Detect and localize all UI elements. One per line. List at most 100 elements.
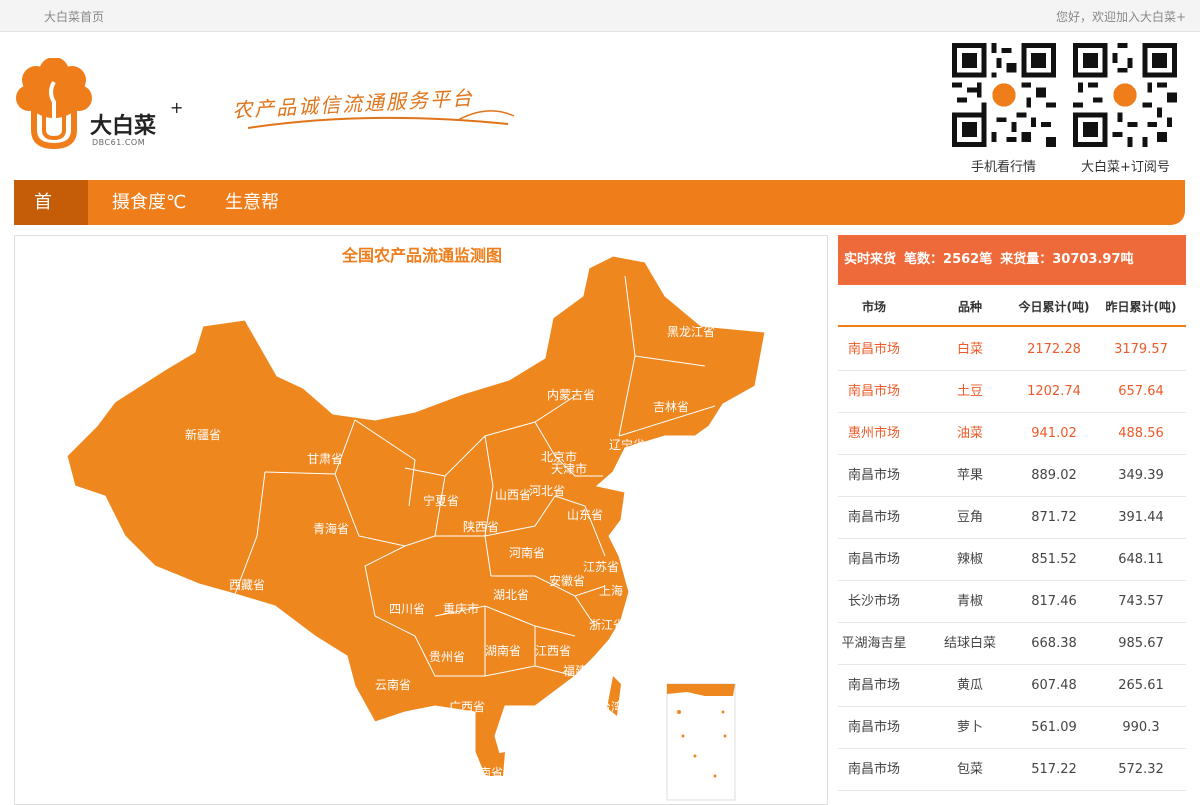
cell-today: 2172.28 [1027,342,1081,357]
province-label[interactable]: 浙江省 [589,616,625,633]
table-row[interactable]: 惠州市场 油菜 941.02 488.56 [838,413,1186,455]
table-row[interactable]: 南昌市场 黄瓜 607.48 265.61 [838,665,1186,707]
cell-market: 南昌市场 [847,762,900,777]
province-label[interactable]: 广西省 [449,698,485,715]
cell-variety: 黄瓜 [956,678,983,693]
province-label[interactable]: 天津市 [551,460,587,477]
map-title: 全国农产品流通监测图 [341,246,502,265]
cell-today: 607.48 [1031,678,1077,693]
province-label[interactable]: 山东省 [567,506,603,523]
mainland-shape [66,255,766,777]
province-label[interactable]: 江西省 [535,642,571,659]
qrcode-icon [1073,43,1177,147]
cell-variety: 土豆 [956,384,983,399]
cell-variety: 苹果 [956,468,983,483]
realtime-header: 实时来货 笔数：2562笔 来货量：30703.97吨 [838,235,1186,285]
realtime-label: 实时来货 [844,252,897,267]
table-row[interactable]: 南昌市场 辣椒 851.52 648.11 [838,539,1186,581]
province-label[interactable]: 云南省 [375,676,411,693]
table-row[interactable]: 长沙市场 青椒 817.46 743.57 [838,581,1186,623]
cell-today: 851.52 [1031,552,1077,567]
cell-yesterday: 3179.57 [1114,342,1168,357]
cell-yesterday: 488.56 [1118,426,1164,441]
header-today: 今日累计(吨) [1018,300,1090,314]
table-header: 市场 品种 今日累计(吨) 昨日累计(吨) [838,287,1186,327]
province-label[interactable]: 湖北省 [493,586,529,603]
province-label[interactable]: 海南省 [467,764,503,781]
realtime-volume: 30703.97吨 [1052,252,1134,267]
cell-variety: 青椒 [956,594,983,609]
province-label[interactable]: 上海 [599,582,623,599]
table-row[interactable]: 南昌市场 土豆 1202.74 657.64 [838,371,1186,413]
province-label[interactable]: 山西省 [495,486,531,503]
province-label[interactable]: 陕西省 [463,518,499,535]
china-map[interactable] [15,236,828,805]
province-label[interactable]: 福建省 [563,662,599,679]
cell-yesterday: 985.67 [1118,636,1164,651]
cell-market: 长沙市场 [847,594,900,609]
qrcode-label-subscription: 大白菜+订阅号 [1081,160,1170,175]
province-label[interactable]: 河南省 [509,544,545,561]
table-row[interactable]: 南昌市场 萝卜 561.09 990.3 [838,707,1186,749]
nav-home[interactable]: 首页 [14,180,88,258]
slogan-banner: 农产品诚信流通服务平台 [218,50,528,142]
nav-business[interactable]: 生意帮 [205,180,299,225]
top-bar: 大白菜首页 您好，欢迎加入大白菜+ [0,0,1200,32]
cell-market: 惠州市场 [847,426,900,441]
welcome-text[interactable]: 您好，欢迎加入大白菜+ [1056,8,1186,25]
header-market: 市场 [861,300,886,314]
table-row[interactable]: 南昌市场 白菜 2172.28 3179.57 [838,329,1186,371]
cell-market: 平湖海吉星 [841,636,907,651]
site-logo[interactable]: 大白菜 + DBC61.COM [14,57,184,153]
cell-today: 941.02 [1031,426,1077,441]
province-label[interactable]: 甘肃省 [307,450,343,467]
cell-today: 871.72 [1031,510,1077,525]
qrcode-icon [952,43,1056,147]
province-label[interactable]: 黑龙江省 [667,323,715,340]
province-label[interactable]: 江苏省 [583,558,619,575]
cell-yesterday: 743.57 [1118,594,1164,609]
cell-today: 517.22 [1031,762,1077,777]
logo-domain: DBC61.COM [92,138,146,147]
province-label[interactable]: 内蒙古省 [547,386,595,403]
cell-yesterday: 349.39 [1118,468,1164,483]
province-label[interactable]: 安徽省 [549,572,585,589]
cell-variety: 油菜 [956,426,983,441]
province-label[interactable]: 辽宁省 [609,436,645,453]
table-row[interactable]: 南昌市场 包菜 517.22 572.32 [838,749,1186,791]
province-label[interactable]: 重庆市 [443,600,479,617]
table-row[interactable]: 南昌市场 苹果 889.02 349.39 [838,455,1186,497]
cell-variety: 包菜 [956,762,983,777]
province-label[interactable]: 新疆省 [185,426,221,443]
cell-variety: 白菜 [956,342,983,357]
market-panel: 实时来货 笔数：2562笔 来货量：30703.97吨 市场 品种 今日累计(吨) … [838,235,1186,805]
cell-yesterday: 391.44 [1118,510,1164,525]
qrcode-mobile[interactable] [952,43,1056,147]
table-row[interactable]: 南昌市场 豆角 871.72 391.44 [838,497,1186,539]
realtime-volume-label: 来货量： [1000,252,1053,267]
province-label[interactable]: 湖南省 [485,642,521,659]
table-row[interactable]: 平湖海吉星 结球白菜 668.38 985.67 [838,623,1186,665]
province-label[interactable]: 河北省 [529,482,565,499]
cell-yesterday: 572.32 [1118,762,1164,777]
qrcode-subscription[interactable] [1073,43,1177,147]
province-label[interactable]: 四川省 [389,600,425,617]
nav-appetite[interactable]: 摄食度℃ [92,180,206,225]
province-label[interactable]: 台湾 [599,698,623,715]
cell-yesterday: 648.11 [1118,552,1164,567]
qrcode-label-mobile: 手机看行情 [971,160,1037,175]
south-sea-inset [666,683,736,801]
logo-plus: + [170,98,184,117]
province-label[interactable]: 宁夏省 [423,492,459,509]
province-label[interactable]: 贵州省 [429,648,465,665]
cell-market: 南昌市场 [847,678,900,693]
province-label[interactable]: 澳门 [515,722,539,739]
realtime-count: 2562笔 [943,252,993,267]
province-label[interactable]: 西藏省 [229,576,265,593]
province-label[interactable]: 吉林省 [653,398,689,415]
cell-yesterday: 657.64 [1118,384,1164,399]
home-link[interactable]: 大白菜首页 [44,8,104,25]
cell-variety: 结球白菜 [943,636,996,651]
province-label[interactable]: 青海省 [313,520,349,537]
logo-icon [16,57,92,150]
